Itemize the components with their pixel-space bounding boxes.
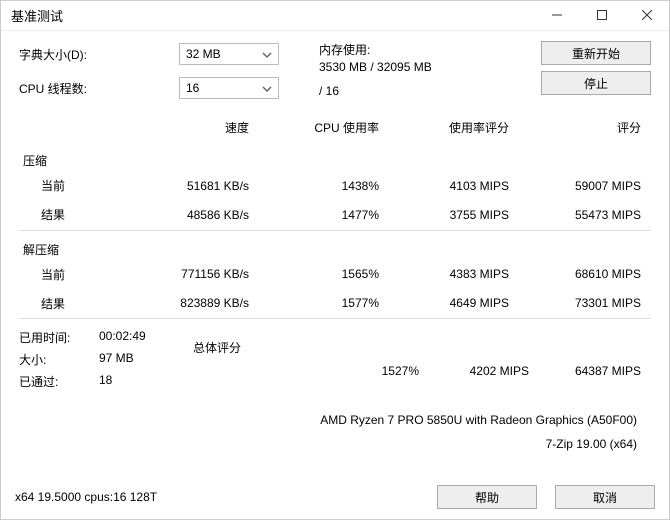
section-compress: 压缩 bbox=[19, 142, 651, 171]
memory-usage-value: 3530 MB / 32095 MB bbox=[319, 60, 521, 74]
app-version-info: 7-Zip 19.00 (x64) bbox=[19, 437, 651, 451]
maximize-icon bbox=[597, 8, 607, 23]
overall-rating-label: 总体评分 bbox=[189, 329, 339, 358]
threads-total: / 16 bbox=[319, 84, 521, 98]
decompress-current-row: 当前 771156 KB/s 1565% 4383 MIPS 68610 MIP… bbox=[19, 260, 651, 289]
build-info: x64 19.5000 cpus:16 128T bbox=[15, 490, 157, 504]
table-header-row: 速度 CPU 使用率 使用率评分 评分 bbox=[19, 115, 651, 142]
help-button[interactable]: 帮助 bbox=[437, 485, 537, 509]
col-rating: 评分 bbox=[519, 115, 651, 142]
dictionary-size-select[interactable]: 32 MB bbox=[179, 43, 279, 65]
cpu-threads-label: CPU 线程数: bbox=[19, 80, 179, 97]
content-area: 字典大小(D): 32 MB CPU 线程数: 16 内存使用: 3530 M bbox=[1, 31, 669, 475]
benchmark-window: 基准测试 字典大小(D): 32 MB CPU 线程数: bbox=[0, 0, 670, 520]
dictionary-size-label: 字典大小(D): bbox=[19, 46, 179, 63]
elapsed-label: 已用时间: bbox=[19, 329, 99, 351]
top-controls: 字典大小(D): 32 MB CPU 线程数: 16 内存使用: 3530 M bbox=[19, 41, 651, 109]
size-value: 97 MB bbox=[99, 351, 134, 373]
chevron-down-icon bbox=[262, 49, 272, 63]
results-table: 速度 CPU 使用率 使用率评分 评分 压缩 当前 51681 KB/s 143… bbox=[19, 115, 651, 319]
window-title: 基准测试 bbox=[11, 6, 63, 25]
minimize-button[interactable] bbox=[534, 1, 579, 31]
footer: x64 19.5000 cpus:16 128T 帮助 取消 bbox=[1, 475, 669, 519]
col-speed: 速度 bbox=[129, 115, 259, 142]
cpu-threads-select[interactable]: 16 bbox=[179, 77, 279, 99]
stop-button[interactable]: 停止 bbox=[541, 71, 651, 95]
cancel-button[interactable]: 取消 bbox=[555, 485, 655, 509]
restart-button[interactable]: 重新开始 bbox=[541, 41, 651, 65]
compress-current-row: 当前 51681 KB/s 1438% 4103 MIPS 59007 MIPS bbox=[19, 171, 651, 200]
section-decompress: 解压缩 bbox=[19, 230, 651, 260]
col-usage-rating: 使用率评分 bbox=[389, 115, 519, 142]
close-icon bbox=[642, 8, 652, 23]
dictionary-size-value: 32 MB bbox=[186, 47, 221, 61]
overall-row: 1527% 4202 MIPS 64387 MIPS bbox=[189, 358, 651, 384]
elapsed-value: 00:02:49 bbox=[99, 329, 146, 351]
passes-label: 已通过: bbox=[19, 373, 99, 395]
passes-value: 18 bbox=[99, 373, 112, 395]
bottom-info: 已用时间: 00:02:49 大小: 97 MB 已通过: 18 总体评分 bbox=[19, 329, 651, 395]
cpu-info: AMD Ryzen 7 PRO 5850U with Radeon Graphi… bbox=[19, 413, 651, 427]
compress-result-row: 结果 48586 KB/s 1477% 3755 MIPS 55473 MIPS bbox=[19, 200, 651, 229]
decompress-result-row: 结果 823889 KB/s 1577% 4649 MIPS 73301 MIP… bbox=[19, 289, 651, 318]
maximize-button[interactable] bbox=[579, 1, 624, 31]
memory-usage-label: 内存使用: bbox=[319, 41, 521, 58]
cpu-threads-value: 16 bbox=[186, 81, 199, 95]
size-label: 大小: bbox=[19, 351, 99, 373]
col-cpu-usage: CPU 使用率 bbox=[259, 115, 389, 142]
overall-table: 总体评分 1527% 4202 MIPS 64387 MIPS bbox=[189, 329, 651, 384]
minimize-icon bbox=[552, 8, 562, 23]
titlebar: 基准测试 bbox=[1, 1, 669, 31]
chevron-down-icon bbox=[262, 83, 272, 97]
close-button[interactable] bbox=[624, 1, 669, 31]
